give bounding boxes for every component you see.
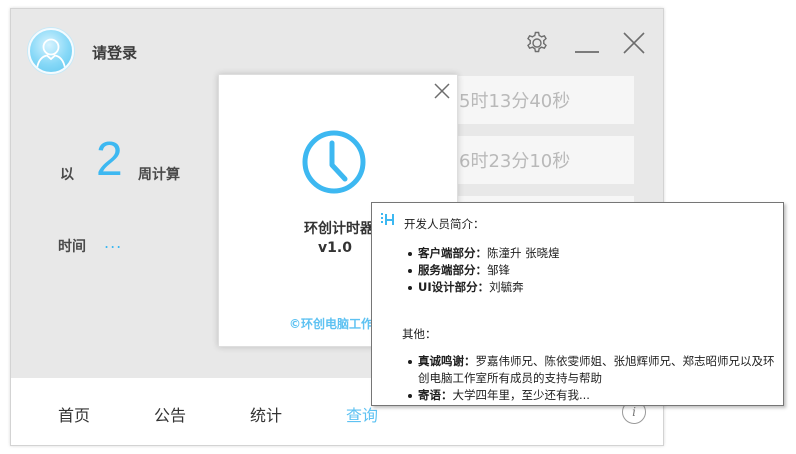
item-key: 真诚鸣谢：	[418, 354, 476, 368]
item-value: 大学四年里，至少还有我...	[452, 388, 590, 402]
list-item: 客户端部分：陈潼升 张晓煌	[406, 245, 560, 262]
developer-list: 客户端部分：陈潼升 张晓煌 服务端部分：邹锋 UI设计部分：刘毓奔	[406, 245, 560, 296]
developer-tooltip: 开发人员简介： 客户端部分：陈潼升 张晓煌 服务端部分：邹锋 UI设计部分：刘毓…	[371, 202, 784, 406]
item-key: UI设计部分：	[418, 280, 490, 294]
period-suffix: 周计算	[138, 167, 180, 183]
time-box-1: 5时13分40秒	[451, 76, 634, 124]
item-key: 寄语：	[418, 388, 453, 402]
item-value: 刘毓奔	[489, 280, 524, 294]
studio-logo-icon	[380, 210, 398, 231]
avatar-user-icon[interactable]	[28, 28, 74, 74]
list-item: UI设计部分：刘毓奔	[406, 279, 560, 296]
tooltip-heading: 开发人员简介：	[404, 217, 485, 231]
time-value: ...	[104, 233, 123, 252]
gear-icon[interactable]	[524, 30, 550, 60]
clock-icon	[301, 129, 367, 199]
other-list: 真诚鸣谢：罗嘉伟师兄、陈依雯师姐、张旭辉师兄、郑志昭师兄以及环创电脑工作室所有成…	[406, 353, 778, 404]
item-value: 邹锋	[487, 263, 510, 277]
close-icon[interactable]	[434, 83, 450, 103]
tab-announcements[interactable]: 公告	[154, 402, 186, 426]
minimize-icon[interactable]	[574, 32, 600, 62]
studio-link[interactable]: ©环创电脑工作	[289, 315, 373, 332]
weeks-count[interactable]: 2	[96, 132, 123, 188]
time-box-value: 6时23分10秒	[459, 151, 571, 172]
list-item: 服务端部分：邹锋	[406, 262, 560, 279]
item-value: 陈潼升 张晓煌	[487, 246, 560, 260]
close-icon[interactable]	[622, 31, 646, 59]
other-heading: 其他：	[402, 327, 437, 341]
time-box-value: 5时13分40秒	[459, 91, 571, 112]
item-key: 客户端部分：	[418, 246, 487, 260]
list-item: 寄语：大学四年里，至少还有我...	[406, 387, 778, 404]
tab-home[interactable]: 首页	[58, 402, 90, 426]
time-label: 时间	[58, 239, 86, 255]
time-box-2: 6时23分10秒	[451, 136, 634, 184]
list-item: 真诚鸣谢：罗嘉伟师兄、陈依雯师姐、张旭辉师兄、郑志昭师兄以及环创电脑工作室所有成…	[406, 353, 778, 387]
tab-statistics[interactable]: 统计	[250, 402, 282, 426]
login-link[interactable]: 请登录	[92, 42, 137, 63]
period-prefix: 以	[60, 167, 74, 183]
item-key: 服务端部分：	[418, 263, 487, 277]
